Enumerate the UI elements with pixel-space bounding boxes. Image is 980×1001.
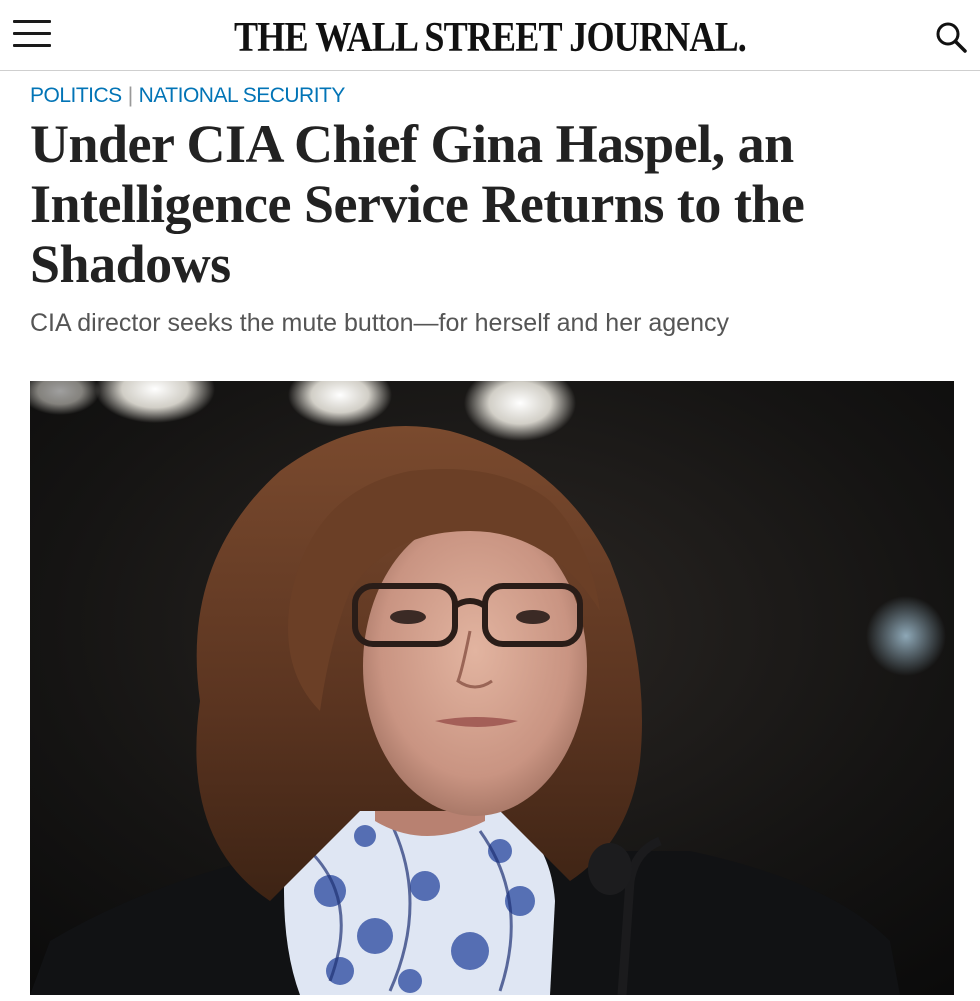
masthead-logo[interactable]: THE WALL STREET JOURNAL. — [69, 14, 912, 62]
article-photo — [30, 381, 954, 995]
hamburger-menu-icon[interactable] — [13, 20, 51, 52]
breadcrumb-politics-link[interactable]: POLITICS — [30, 84, 122, 107]
article-dek: CIA director seeks the mute button—for h… — [30, 309, 729, 337]
search-icon[interactable] — [934, 20, 968, 54]
breadcrumb-separator: | — [127, 84, 133, 107]
article-headline: Under CIA Chief Gina Haspel, an Intellig… — [30, 114, 805, 294]
site-header: THE WALL STREET JOURNAL. — [0, 0, 980, 71]
breadcrumb-national-security-link[interactable]: NATIONAL SECURITY — [139, 84, 346, 107]
breadcrumb: POLITICS | NATIONAL SECURITY — [30, 84, 345, 110]
